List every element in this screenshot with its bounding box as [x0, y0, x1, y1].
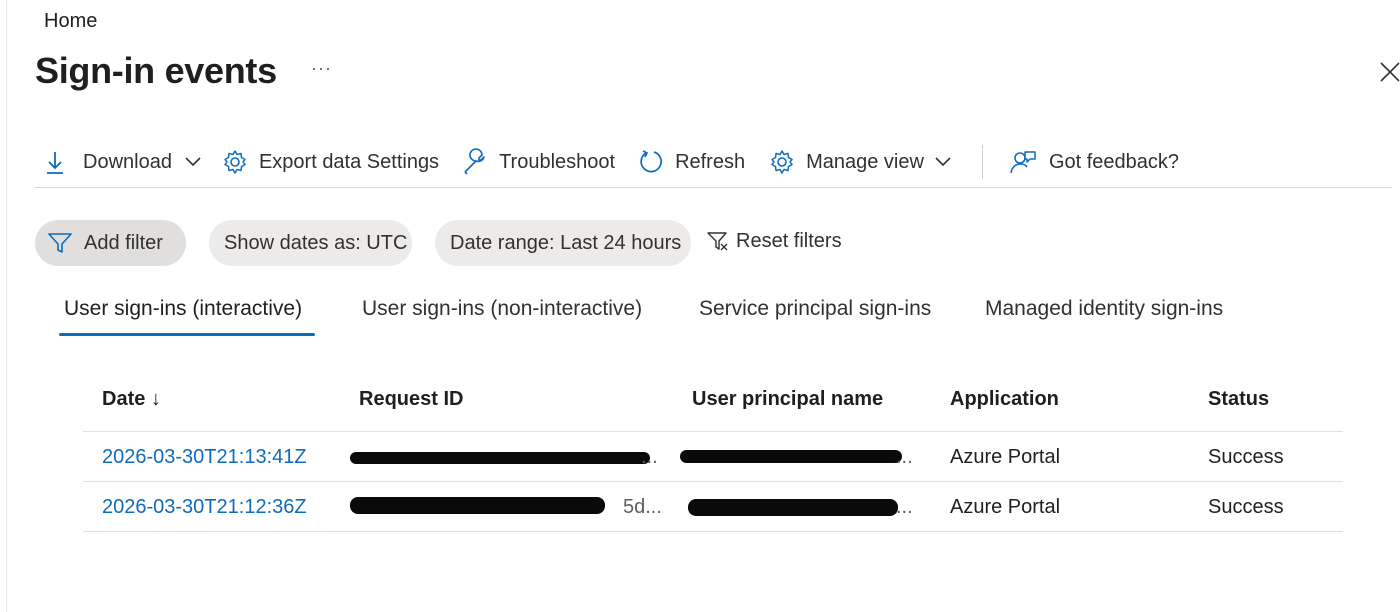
feedback-label: Got feedback?: [1048, 150, 1180, 173]
application-cell: Azure Portal: [950, 496, 1061, 518]
row-divider: [83, 531, 1343, 532]
chevron-down-icon: [185, 157, 201, 167]
feedback-icon: [1010, 151, 1036, 174]
refresh-label: Refresh: [675, 150, 746, 173]
feedback-button[interactable]: Got feedback?: [1009, 148, 1179, 176]
tab-interactive[interactable]: User sign-ins (interactive): [64, 297, 302, 321]
download-label: Download: [83, 150, 172, 173]
row-divider: [83, 481, 1343, 482]
redacted-user-principal-name: [688, 499, 898, 516]
export-settings-button[interactable]: Export data Settings: [222, 149, 439, 175]
more-options-button[interactable]: ···: [311, 58, 332, 79]
date-range-label: Date range: Last 24 hours: [450, 231, 682, 254]
sign-in-date-link[interactable]: 2026-03-30T21:13:41Z: [102, 446, 307, 469]
tab-service-principal[interactable]: Service principal sign-ins: [699, 297, 931, 321]
chevron-down-icon: [935, 157, 951, 167]
header-divider: [83, 431, 1343, 432]
column-header-application[interactable]: Application: [950, 388, 1059, 411]
user-principal-name-tail: ...: [896, 496, 913, 518]
page-title: Sign-in events: [35, 50, 277, 91]
download-icon: [47, 152, 63, 174]
troubleshoot-label: Troubleshoot: [499, 150, 616, 173]
clear-filter-icon: [707, 231, 728, 250]
date-format-label: Show dates as: UTC: [224, 231, 408, 254]
close-icon[interactable]: [1378, 60, 1400, 84]
reset-filters-button[interactable]: Reset filters: [706, 230, 842, 253]
wrench-icon: [464, 148, 485, 175]
redacted-request-id: [350, 497, 605, 514]
toolbar-divider: [34, 187, 1392, 188]
date-format-filter[interactable]: Show dates as: UTC: [209, 220, 412, 266]
gear-icon: [224, 150, 246, 174]
filter-icon: [48, 233, 72, 253]
tab-non-interactive[interactable]: User sign-ins (non-interactive): [362, 297, 642, 321]
export-settings-label: Export data Settings: [258, 150, 440, 173]
redacted-request-id: [350, 452, 650, 464]
request-id-tail: 5d...: [623, 496, 662, 518]
manage-view-label: Manage view: [806, 150, 924, 173]
page-edge: [6, 0, 7, 612]
refresh-icon: [640, 150, 663, 173]
reset-filters-label: Reset filters: [736, 230, 842, 252]
tab-managed-identity[interactable]: Managed identity sign-ins: [985, 297, 1223, 321]
download-button[interactable]: Download: [44, 149, 202, 175]
command-bar: Download Export data Settings Troublesho…: [44, 142, 1179, 182]
column-header-request-id[interactable]: Request ID: [359, 388, 463, 411]
request-id-tail: ...: [641, 446, 658, 468]
gear-icon: [771, 150, 793, 174]
add-filter-button[interactable]: Add filter: [35, 220, 186, 266]
manage-view-button[interactable]: Manage view: [769, 149, 952, 175]
column-header-status[interactable]: Status: [1208, 388, 1269, 411]
breadcrumb-home[interactable]: Home: [44, 10, 97, 33]
application-cell: Azure Portal: [950, 446, 1061, 468]
troubleshoot-button[interactable]: Troubleshoot: [461, 148, 615, 176]
refresh-button[interactable]: Refresh: [637, 148, 745, 176]
active-tab-indicator: [59, 333, 315, 336]
status-cell: Success: [1208, 496, 1284, 518]
redacted-user-principal-name: [680, 450, 902, 463]
status-cell: Success: [1208, 446, 1284, 468]
date-range-filter[interactable]: Date range: Last 24 hours: [435, 220, 691, 266]
user-principal-name-tail: ...: [896, 446, 913, 468]
column-header-user-principal-name[interactable]: User principal name: [692, 388, 883, 411]
add-filter-label: Add filter: [84, 231, 163, 254]
column-header-date[interactable]: Date ↓: [102, 388, 161, 411]
toolbar-separator: [981, 145, 983, 179]
sign-in-date-link[interactable]: 2026-03-30T21:12:36Z: [102, 496, 307, 519]
